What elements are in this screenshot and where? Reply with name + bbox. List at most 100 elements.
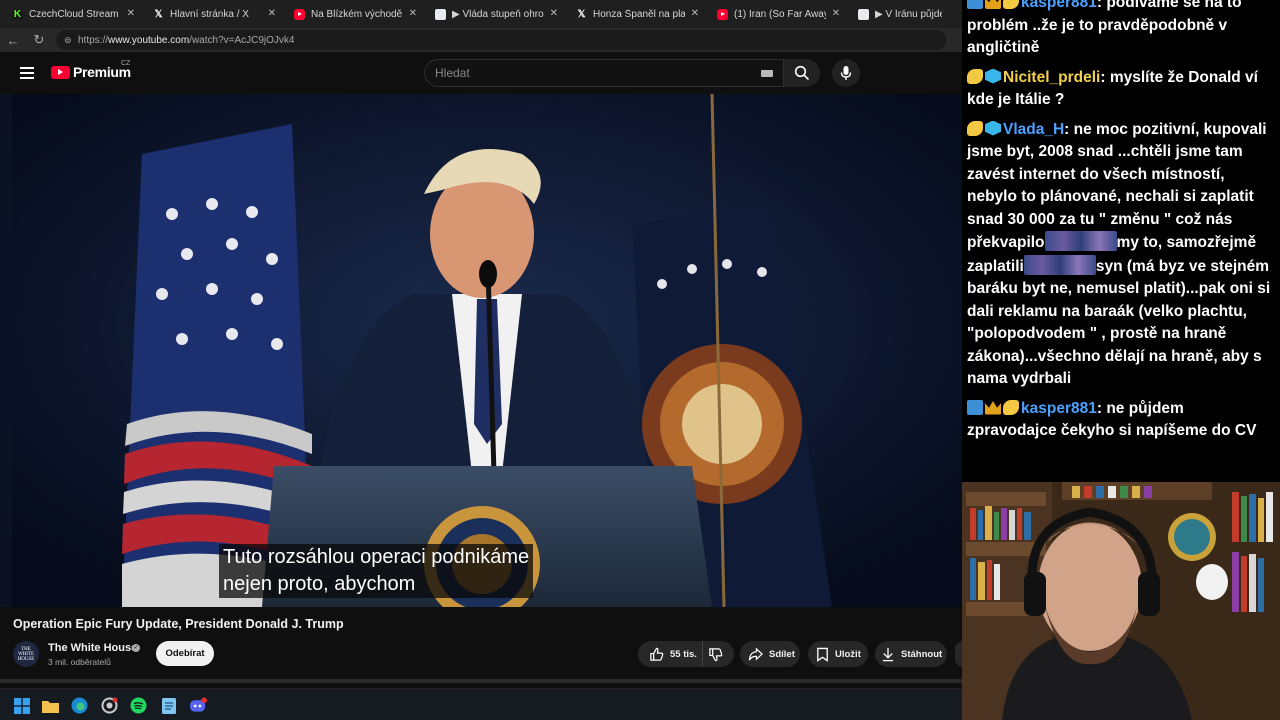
browser-tab-strip: K CzechCloud Stream - Watch L ✕ 𝕏 Hlavní st… [0, 0, 962, 28]
share-label: Sdílet [769, 648, 795, 660]
video-title: Operation Epic Fury Update, President Do… [13, 617, 344, 631]
crown-badge-icon [985, 401, 1001, 415]
browser-tab[interactable]: ▶ Vláda stupeň ohrožení ter ✕ [423, 0, 564, 28]
like-dislike-group: 55 tis. [638, 641, 734, 667]
save-button[interactable]: Uložit [808, 641, 868, 667]
subtitle-line: Tuto rozsáhlou operaci podnikáme [223, 546, 530, 568]
browser-tab[interactable]: 𝕏 Hlavní stránka / X ✕ [141, 0, 282, 28]
thumbs-down-icon [709, 647, 723, 661]
tab-title: (1) Iran (So Far Away) - Offici [734, 8, 826, 20]
windows-start-icon[interactable] [13, 697, 30, 714]
streamer-webcam [962, 482, 1280, 720]
chat-username[interactable]: kasper881 [1021, 0, 1097, 11]
emote-icon [1044, 231, 1117, 251]
file-explorer-icon[interactable] [42, 697, 59, 714]
tab-title: CzechCloud Stream - Watch L [29, 8, 121, 20]
browser-tab[interactable]: (1) Iran (So Far Away) - Offici ✕ [705, 0, 846, 28]
stream-chat: kasper881: podíváme se na to problém ..ž… [962, 0, 1280, 482]
kick-icon: K [12, 8, 23, 20]
verified-icon: ✓ [132, 644, 140, 652]
search-button[interactable] [784, 59, 820, 87]
chat-message: Nicitel_prdeli: myslíte že Donald ví kde… [967, 68, 1258, 108]
close-tab-icon[interactable]: ✕ [127, 8, 135, 19]
tab-title: ▶ V Íránu půjde o delší c [875, 8, 942, 20]
microphone-icon [840, 66, 852, 80]
subscriber-count: 3 mil. odběratelů [48, 657, 111, 667]
arrow-badge-icon [967, 399, 983, 415]
cube-badge-icon [985, 120, 1001, 136]
country-code: CZ [121, 60, 131, 67]
channel-name[interactable]: The White House [48, 642, 137, 654]
chat-message: Vlada_H: ne moc pozitivní, kupovali jsme… [967, 120, 1271, 388]
subscribe-button[interactable]: Odebírat [156, 641, 214, 666]
chat-message: kasper881: podíváme se na to problém ..ž… [967, 0, 1276, 60]
chat-username[interactable]: kasper881 [1021, 400, 1097, 417]
download-icon [882, 647, 894, 661]
clap-badge-icon [1003, 0, 1019, 9]
browser-tab[interactable]: Na Blízkém východě jsou tisí ✕ [282, 0, 423, 28]
download-label: Stáhnout [901, 648, 943, 660]
close-tab-icon[interactable]: ✕ [550, 8, 558, 19]
close-tab-icon[interactable]: ✕ [268, 8, 276, 19]
os-taskbar [0, 688, 962, 720]
close-tab-icon[interactable]: ✕ [691, 8, 699, 19]
share-icon [748, 646, 763, 661]
youtube-icon [717, 8, 728, 20]
like-button[interactable]: 55 tis. [638, 641, 703, 667]
page-divider [0, 679, 962, 683]
edge-browser-icon[interactable] [71, 697, 88, 714]
thumbs-up-icon [650, 647, 664, 661]
close-tab-icon[interactable]: ✕ [409, 8, 417, 19]
doc-icon [858, 8, 869, 20]
like-count: 55 tis. [670, 648, 697, 660]
download-button[interactable]: Stáhnout [875, 641, 947, 667]
keyboard-icon[interactable] [761, 70, 773, 77]
tab-title: Honza Španěl na platformě [593, 8, 685, 20]
chat-username[interactable]: Vlada_H [1003, 121, 1064, 138]
youtube-premium-logo[interactable]: Premium CZ [51, 60, 131, 80]
close-tab-icon[interactable]: ✕ [832, 8, 840, 19]
spotify-icon[interactable] [130, 697, 147, 714]
browser-toolbar: ← ↻ ⊜ https://www.youtube.com/watch?v=Ac… [0, 28, 962, 52]
chat-message: kasper881: ne půjdem zpravodajce čekyho … [967, 399, 1257, 439]
x-icon: 𝕏 [154, 8, 163, 20]
chrome-browser-icon[interactable] [101, 697, 118, 714]
menu-icon[interactable] [16, 64, 38, 82]
clap-badge-icon [1003, 399, 1019, 415]
avatar-text: HOUSE [17, 656, 35, 662]
video-player[interactable] [0, 94, 962, 607]
channel-avatar[interactable]: THE WHITE HOUSE [13, 641, 39, 667]
youtube-play-icon [51, 65, 70, 79]
browser-tab[interactable]: 𝕏 Honza Španěl na platformě ✕ [564, 0, 705, 28]
clap-badge-icon [967, 68, 983, 84]
url-host: www.youtube.com [108, 34, 190, 46]
url-path: /watch?v=AcJC9jOJvk4 [189, 34, 295, 46]
tab-title: Hlavní stránka / X [170, 8, 249, 20]
share-button[interactable]: Sdílet [740, 641, 800, 667]
url-prefix: https:// [78, 34, 109, 46]
youtube-header: Premium CZ Hledat [0, 52, 962, 94]
notepad-icon[interactable] [160, 697, 177, 714]
search-placeholder: Hledat [435, 66, 470, 80]
doc-icon [435, 8, 446, 20]
save-label: Uložit [835, 648, 861, 660]
browser-tab[interactable]: ▶ V Íránu půjde o delší c [846, 0, 962, 28]
back-icon[interactable]: ← [0, 28, 26, 52]
discord-icon[interactable] [190, 697, 207, 714]
browser-tab[interactable]: K CzechCloud Stream - Watch L ✕ [0, 0, 141, 28]
address-bar[interactable]: ⊜ https://www.youtube.com/watch?v=AcJC9j… [56, 30, 946, 50]
video-frame [12, 94, 962, 607]
voice-search-button[interactable] [832, 59, 860, 87]
site-info-icon[interactable]: ⊜ [64, 35, 78, 46]
subtitle-line: nejen proto, abychom [223, 573, 416, 595]
dislike-button[interactable] [703, 641, 734, 667]
chat-text: syn (má byz ve stejném baráku byt ne, ne… [967, 257, 1271, 388]
crown-badge-icon [985, 0, 1001, 9]
search-icon [794, 65, 810, 81]
search-input[interactable]: Hledat [424, 59, 784, 87]
youtube-icon [294, 8, 305, 20]
chat-username[interactable]: Nicitel_prdeli [1003, 69, 1100, 86]
cube-badge-icon [985, 68, 1001, 84]
reload-icon[interactable]: ↻ [26, 28, 52, 52]
x-icon: 𝕏 [577, 8, 586, 20]
